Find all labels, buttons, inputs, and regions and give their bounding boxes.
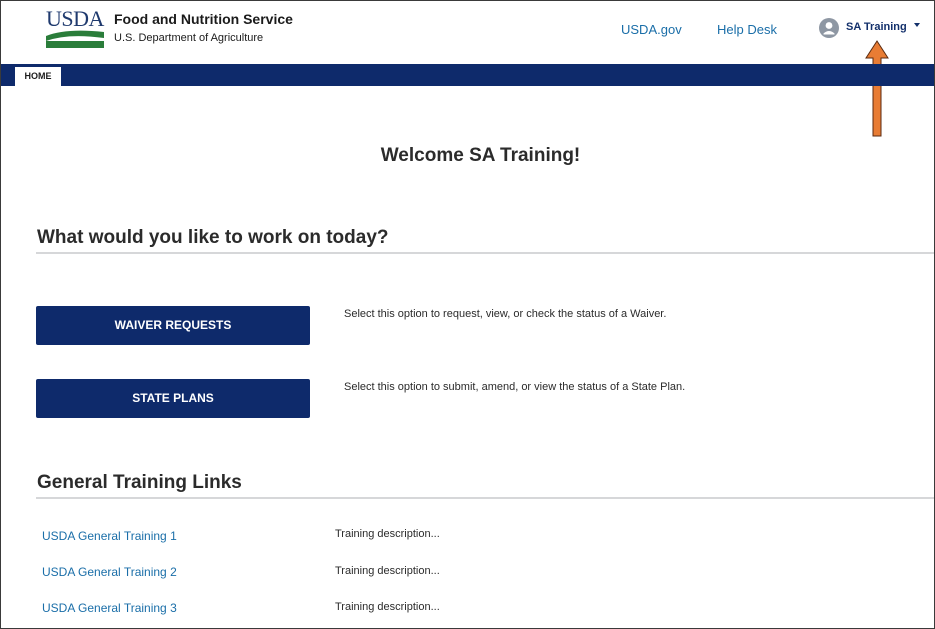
nav-bar: HOME <box>1 64 934 86</box>
training-links-heading: General Training Links <box>37 472 242 493</box>
usda-logo-swoosh <box>46 30 104 48</box>
annotation-arrow <box>865 40 889 137</box>
section-divider <box>36 252 934 254</box>
user-avatar-icon <box>819 18 839 38</box>
help-desk-link[interactable]: Help Desk <box>717 22 777 37</box>
training-description-2: Training description... <box>335 565 440 577</box>
tab-home[interactable]: HOME <box>15 67 61 86</box>
waiver-requests-button[interactable]: WAIVER REQUESTS <box>36 306 310 345</box>
waiver-requests-description: Select this option to request, view, or … <box>344 308 667 320</box>
training-link-2[interactable]: USDA General Training 2 <box>42 565 177 579</box>
state-plans-button[interactable]: STATE PLANS <box>36 379 310 418</box>
user-name: SA Training <box>846 21 907 33</box>
usda-gov-link[interactable]: USDA.gov <box>621 22 682 37</box>
work-prompt-heading: What would you like to work on today? <box>37 227 389 248</box>
training-link-1[interactable]: USDA General Training 1 <box>42 529 177 543</box>
training-description-3: Training description... <box>335 601 440 613</box>
training-description-1: Training description... <box>335 528 440 540</box>
usda-logo[interactable]: USDA <box>46 6 104 48</box>
state-plans-description: Select this option to submit, amend, or … <box>344 381 686 393</box>
section-divider <box>36 497 934 499</box>
welcome-heading: Welcome SA Training! <box>380 145 581 166</box>
training-link-3[interactable]: USDA General Training 3 <box>42 601 177 615</box>
chevron-down-icon <box>914 23 920 27</box>
agency-subtitle: U.S. Department of Agriculture <box>114 32 264 44</box>
agency-name: Food and Nutrition Service <box>114 11 293 27</box>
